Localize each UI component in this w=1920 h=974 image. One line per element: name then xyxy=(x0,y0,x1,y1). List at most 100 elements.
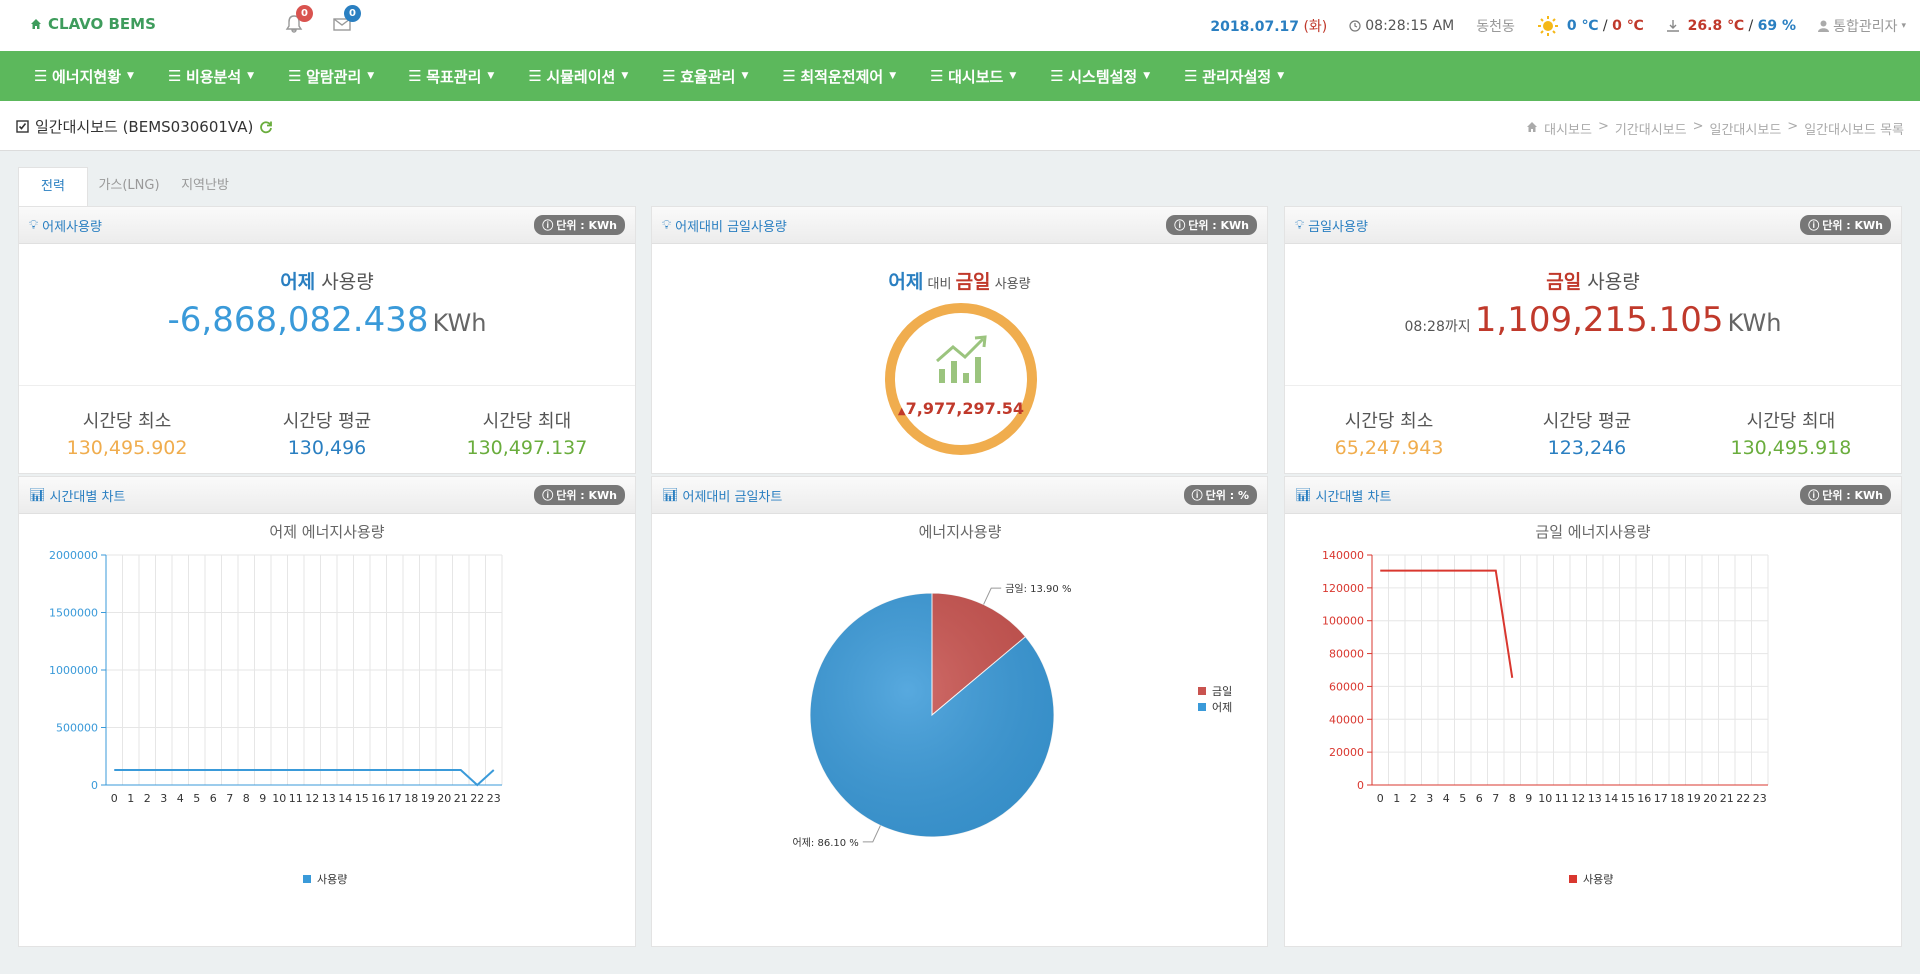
compare-usage-panel: 💡︎ 어제대비 금일사용량 ⓘ 단위 : KWh 어제 대비 금일 사용량 ▲7,9… xyxy=(651,206,1268,474)
x-tick-label: 4 xyxy=(177,792,184,805)
nav-item-5[interactable]: ☰ 효율관리 ▼ xyxy=(662,66,748,87)
info-icon: ⓘ xyxy=(1808,489,1820,502)
hourly-min: 시간당 최소 65,247.943 xyxy=(1335,407,1444,459)
x-tick-label: 15 xyxy=(1621,792,1635,805)
unit-text: 단위 : KWh xyxy=(1822,219,1883,232)
panel-title: 어제대비 금일차트 xyxy=(682,489,783,505)
caret-down-icon: ▼ xyxy=(1143,71,1151,81)
compare-chart-panel: 📊︎ 어제대비 금일차트 ⓘ 단위 : % 에너지사용량 금일: 13.90 % 어제:… xyxy=(651,476,1268,947)
diff-value-wrap: ▲7,977,297.54 xyxy=(895,399,1027,418)
caret-down-icon: ▼ xyxy=(1009,71,1017,81)
lightbulb-icon: 💡︎ xyxy=(662,217,672,233)
x-tick-label: 11 xyxy=(1555,792,1569,805)
menu-icon: ☰ xyxy=(408,67,422,85)
home-icon xyxy=(1527,122,1538,132)
main-nav: ☰ 에너지현황 ▼ ☰ 비용분석 ▼ ☰ 알람관리 ▼ ☰ 목표관리 ▼ ☰ 시뮬레이션 ▼ ☰ 효율관리 ▼ ☰ 최… xyxy=(0,51,1920,101)
y-tick-label: 40000 xyxy=(1329,713,1364,726)
chart-title: 어제 에너지사용량 xyxy=(269,523,384,541)
nav-label: 에너지현황 xyxy=(52,67,122,86)
x-tick-label: 2 xyxy=(1410,792,1417,805)
outdoor-temp-2: 0 ℃ xyxy=(1612,17,1644,34)
growth-chart-icon xyxy=(936,335,987,383)
hourly-avg: 시간당 평균 123,246 xyxy=(1543,407,1632,459)
menu-icon: ☰ xyxy=(662,67,676,85)
tab-electric[interactable]: 전력 xyxy=(18,167,88,206)
indoor-humidity: 69 % xyxy=(1757,17,1797,34)
info-icon: ⓘ xyxy=(1191,489,1203,502)
breadcrumb-item[interactable]: 일간대시보드 xyxy=(1710,119,1782,138)
nav-item-4[interactable]: ☰ 시뮬레이션 ▼ xyxy=(528,66,628,87)
outdoor-weather: 0 ℃ / 0 ℃ xyxy=(1537,15,1644,37)
nav-label: 시뮬레이션 xyxy=(546,67,616,86)
message-button[interactable]: 0 xyxy=(332,5,361,34)
info-icon: ⓘ xyxy=(1808,219,1820,232)
x-tick-label: 20 xyxy=(437,792,451,805)
home-icon xyxy=(31,19,41,29)
page-title: 일간대시보드 (BEMS030601VA) xyxy=(16,116,273,137)
x-tick-label: 4 xyxy=(1443,792,1450,805)
value-unit: KWh xyxy=(432,309,487,337)
panel-title: 시간대별 차트 xyxy=(1315,489,1392,505)
refresh-icon[interactable] xyxy=(259,120,273,134)
x-tick-label: 7 xyxy=(1492,792,1499,805)
min-value: 130,495.902 xyxy=(66,437,188,459)
info-icon: ⓘ xyxy=(542,219,554,232)
logo-text: CLAVO BEMS xyxy=(48,15,156,33)
nav-item-6[interactable]: ☰ 최적운전제어 ▼ xyxy=(782,66,896,87)
user-icon xyxy=(1818,20,1830,32)
menu-icon: ☰ xyxy=(288,67,302,85)
menu-icon: ☰ xyxy=(1050,67,1064,85)
x-tick-label: 6 xyxy=(1476,792,1483,805)
breadcrumb-item[interactable]: 대시보드 xyxy=(1544,119,1592,138)
pie-label-line xyxy=(862,825,881,843)
x-tick-label: 15 xyxy=(355,792,369,805)
caret-up-icon: ▲ xyxy=(897,406,906,417)
title-bar: 일간대시보드 (BEMS030601VA) 대시보드 > 기간대시보드 > 일간대시보드… xyxy=(0,101,1920,151)
nav-label: 최적운전제어 xyxy=(800,67,884,86)
nav-item-7[interactable]: ☰ 대시보드 ▼ xyxy=(930,66,1016,87)
yesterday-usage-panel: 💡︎ 어제사용량 ⓘ 단위 : KWh 어제 사용량 -6,868,082.438 … xyxy=(18,206,636,474)
nav-item-3[interactable]: ☰ 목표관리 ▼ xyxy=(408,66,494,87)
nav-item-8[interactable]: ☰ 시스템설정 ▼ xyxy=(1050,66,1150,87)
user-menu[interactable]: 통합관리자 ▾ xyxy=(1818,16,1906,36)
x-tick-label: 19 xyxy=(1687,792,1701,805)
heading-yesterday: 어제 xyxy=(888,271,924,293)
pie-label-line xyxy=(983,587,1002,605)
x-tick-label: 14 xyxy=(1604,792,1618,805)
nav-label: 목표관리 xyxy=(426,67,482,86)
x-tick-label: 22 xyxy=(470,792,484,805)
nav-item-1[interactable]: ☰ 비용분석 ▼ xyxy=(168,66,254,87)
nav-item-2[interactable]: ☰ 알람관리 ▼ xyxy=(288,66,374,87)
user-name: 통합관리자 xyxy=(1833,18,1898,35)
x-tick-label: 0 xyxy=(111,792,118,805)
time-text: 08:28:15 AM xyxy=(1365,17,1455,34)
min-label: 시간당 최소 xyxy=(82,411,172,432)
notification-button[interactable]: 0 xyxy=(284,5,313,34)
indoor-climate: 26.8 ℃ / 69 % xyxy=(1666,18,1796,34)
lightbulb-icon: 💡︎ xyxy=(1295,217,1305,233)
unit-text: 단위 : KWh xyxy=(1822,489,1883,502)
y-tick-label: 500000 xyxy=(56,722,98,735)
y-tick-label: 20000 xyxy=(1329,746,1364,759)
panel-title: 시간대별 차트 xyxy=(49,489,126,505)
nav-label: 효율관리 xyxy=(680,67,736,86)
tab-gas[interactable]: 가스(LNG) xyxy=(94,167,164,206)
x-tick-label: 9 xyxy=(259,792,266,805)
max-value: 130,495.918 xyxy=(1730,437,1852,459)
x-tick-label: 6 xyxy=(210,792,217,805)
menu-icon: ☰ xyxy=(34,67,48,85)
hourly-max: 시간당 최대 130,495.918 xyxy=(1730,407,1851,459)
nav-item-9[interactable]: ☰ 관리자설정 ▼ xyxy=(1184,66,1284,87)
nav-item-0[interactable]: ☰ 에너지현황 ▼ xyxy=(34,66,134,87)
breadcrumb-item[interactable]: 기간대시보드 xyxy=(1615,119,1687,138)
menu-icon: ☰ xyxy=(167,67,182,85)
chart-title: 에너지사용량 xyxy=(919,523,1002,541)
y-tick-label: 80000 xyxy=(1329,648,1364,661)
x-tick-label: 21 xyxy=(1720,792,1734,805)
logo[interactable]: CLAVO BEMS xyxy=(30,15,156,33)
caret-down-icon: ▼ xyxy=(621,71,629,81)
y-tick-label: 2000000 xyxy=(49,549,98,562)
tab-district-heating[interactable]: 지역난방 xyxy=(170,167,240,206)
breadcrumb-item[interactable]: 일간대시보드 목록 xyxy=(1804,119,1904,138)
y-tick-label: 1500000 xyxy=(49,607,98,620)
